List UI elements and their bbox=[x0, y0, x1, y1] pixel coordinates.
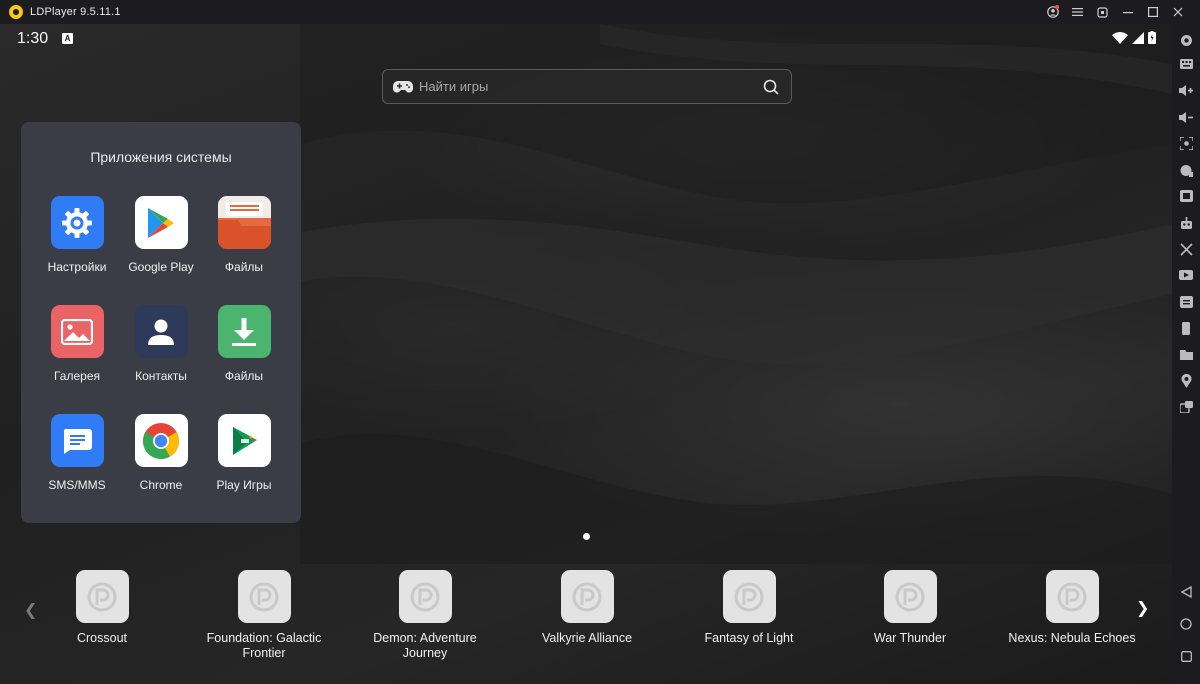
files-icon bbox=[217, 196, 271, 249]
android-screen[interactable]: 1:30 A Найти игры Приложения системы Нас… bbox=[0, 24, 1172, 684]
game-item[interactable]: Foundation: Galactic Frontier bbox=[189, 570, 339, 661]
scissors-icon[interactable] bbox=[1178, 241, 1194, 257]
shared-folder-icon[interactable] bbox=[1178, 346, 1194, 362]
close-icon[interactable] bbox=[1165, 0, 1190, 24]
app-label: Файлы bbox=[224, 369, 264, 383]
app-label: SMS/MMS bbox=[48, 478, 106, 492]
recents-icon[interactable] bbox=[1178, 648, 1194, 664]
game-label: Demon: Adventure Journey bbox=[373, 631, 477, 660]
record-video-icon[interactable] bbox=[1178, 267, 1194, 283]
game-item[interactable]: Demon: Adventure Journey bbox=[350, 570, 500, 661]
menu-icon[interactable] bbox=[1065, 0, 1090, 24]
gamepad-icon bbox=[393, 80, 413, 93]
app-label: Настройки bbox=[47, 260, 107, 274]
multi-instance-icon[interactable] bbox=[1178, 188, 1194, 204]
title-bar: LDPlayer 9.5.11.1 bbox=[0, 0, 1200, 24]
app-label: Google Play bbox=[128, 260, 194, 274]
game-label: War Thunder bbox=[873, 631, 947, 645]
play-games-icon bbox=[217, 414, 271, 467]
game-placeholder-icon bbox=[560, 570, 614, 623]
recommended-games-row: ❮ Crossout Foundation: Galactic Frontier… bbox=[0, 570, 1172, 680]
game-item[interactable]: Crossout bbox=[27, 570, 177, 646]
game-placeholder-icon bbox=[722, 570, 776, 623]
volume-down-icon[interactable] bbox=[1178, 109, 1194, 125]
app-play-games[interactable]: Play Игры bbox=[202, 414, 286, 492]
game-placeholder-icon bbox=[398, 570, 452, 623]
page-indicator bbox=[583, 533, 590, 540]
window-title: LDPlayer 9.5.11.1 bbox=[30, 6, 121, 18]
game-placeholder-icon bbox=[237, 570, 291, 623]
app-settings[interactable]: Настройки bbox=[35, 196, 119, 274]
game-label: Crossout bbox=[76, 631, 128, 645]
game-item[interactable]: Valkyrie Alliance bbox=[512, 570, 662, 646]
game-placeholder-icon bbox=[1045, 570, 1099, 623]
maximize-icon[interactable] bbox=[1140, 0, 1165, 24]
notification-a-icon: A bbox=[62, 33, 73, 44]
screenshot-icon[interactable] bbox=[1178, 135, 1194, 151]
folder-title: Приложения системы bbox=[90, 149, 232, 165]
shake-icon[interactable] bbox=[1178, 320, 1194, 336]
contacts-icon bbox=[134, 305, 188, 358]
keyboard-icon[interactable] bbox=[1178, 56, 1194, 72]
install-apk-icon[interactable] bbox=[1178, 162, 1194, 178]
game-item[interactable]: Fantasy of Light bbox=[674, 570, 824, 646]
minimize-icon[interactable] bbox=[1115, 0, 1140, 24]
app-label: Галерея bbox=[53, 369, 101, 383]
gallery-icon bbox=[50, 305, 104, 358]
game-label: Nexus: Nebula Echoes bbox=[1008, 631, 1136, 645]
app-chrome[interactable]: Chrome bbox=[119, 414, 203, 492]
location-icon[interactable] bbox=[1178, 373, 1194, 389]
status-time: 1:30 bbox=[17, 30, 49, 47]
signal-icon bbox=[1132, 31, 1144, 44]
app-label: Play Игры bbox=[216, 478, 272, 492]
messages-icon bbox=[50, 414, 104, 467]
game-item[interactable]: War Thunder bbox=[835, 570, 985, 646]
app-contacts[interactable]: Контакты bbox=[119, 305, 203, 383]
account-icon[interactable] bbox=[1040, 0, 1065, 24]
ldplayer-logo-icon bbox=[9, 5, 23, 19]
app-google-play[interactable]: Google Play bbox=[119, 196, 203, 274]
app-label: Chrome bbox=[139, 478, 183, 492]
search-bar[interactable]: Найти игры bbox=[382, 69, 792, 104]
side-toolbar bbox=[1172, 24, 1200, 684]
app-label: Контакты bbox=[135, 369, 187, 383]
app-files[interactable]: Файлы bbox=[202, 196, 286, 274]
app-sms-mms[interactable]: SMS/MMS bbox=[35, 414, 119, 492]
chevron-right-icon[interactable]: ❯ bbox=[1136, 598, 1149, 618]
back-icon[interactable] bbox=[1178, 584, 1194, 600]
operation-recorder-icon[interactable] bbox=[1178, 215, 1194, 231]
app-label: Файлы bbox=[224, 260, 264, 274]
game-placeholder-icon bbox=[883, 570, 937, 623]
notification-dot bbox=[1055, 5, 1059, 9]
app-downloads[interactable]: Файлы bbox=[202, 305, 286, 383]
wifi-icon bbox=[1112, 31, 1128, 44]
battery-icon bbox=[1148, 31, 1156, 44]
status-bar: 1:30 A bbox=[0, 24, 1172, 54]
volume-up-icon[interactable] bbox=[1178, 82, 1194, 98]
search-input[interactable]: Найти игры bbox=[419, 79, 488, 94]
settings-icon bbox=[50, 196, 104, 249]
game-label: Valkyrie Alliance bbox=[541, 631, 633, 645]
rotate-icon[interactable] bbox=[1178, 399, 1194, 415]
download-icon bbox=[217, 305, 271, 358]
chrome-icon bbox=[134, 414, 188, 467]
system-apps-folder: Приложения системы Настройки Google Play… bbox=[21, 122, 301, 523]
game-item[interactable]: Nexus: Nebula Echoes bbox=[997, 570, 1147, 646]
search-icon[interactable] bbox=[763, 79, 779, 95]
restore-mini-icon[interactable] bbox=[1090, 0, 1115, 24]
settings-gear-icon[interactable] bbox=[1178, 32, 1194, 48]
game-label: Fantasy of Light bbox=[704, 631, 794, 645]
sync-icon[interactable] bbox=[1178, 294, 1194, 310]
game-label: Foundation: Galactic Frontier bbox=[206, 631, 322, 660]
app-gallery[interactable]: Галерея bbox=[35, 305, 119, 383]
google-play-icon bbox=[134, 196, 188, 249]
home-icon[interactable] bbox=[1178, 616, 1194, 632]
game-placeholder-icon bbox=[75, 570, 129, 623]
